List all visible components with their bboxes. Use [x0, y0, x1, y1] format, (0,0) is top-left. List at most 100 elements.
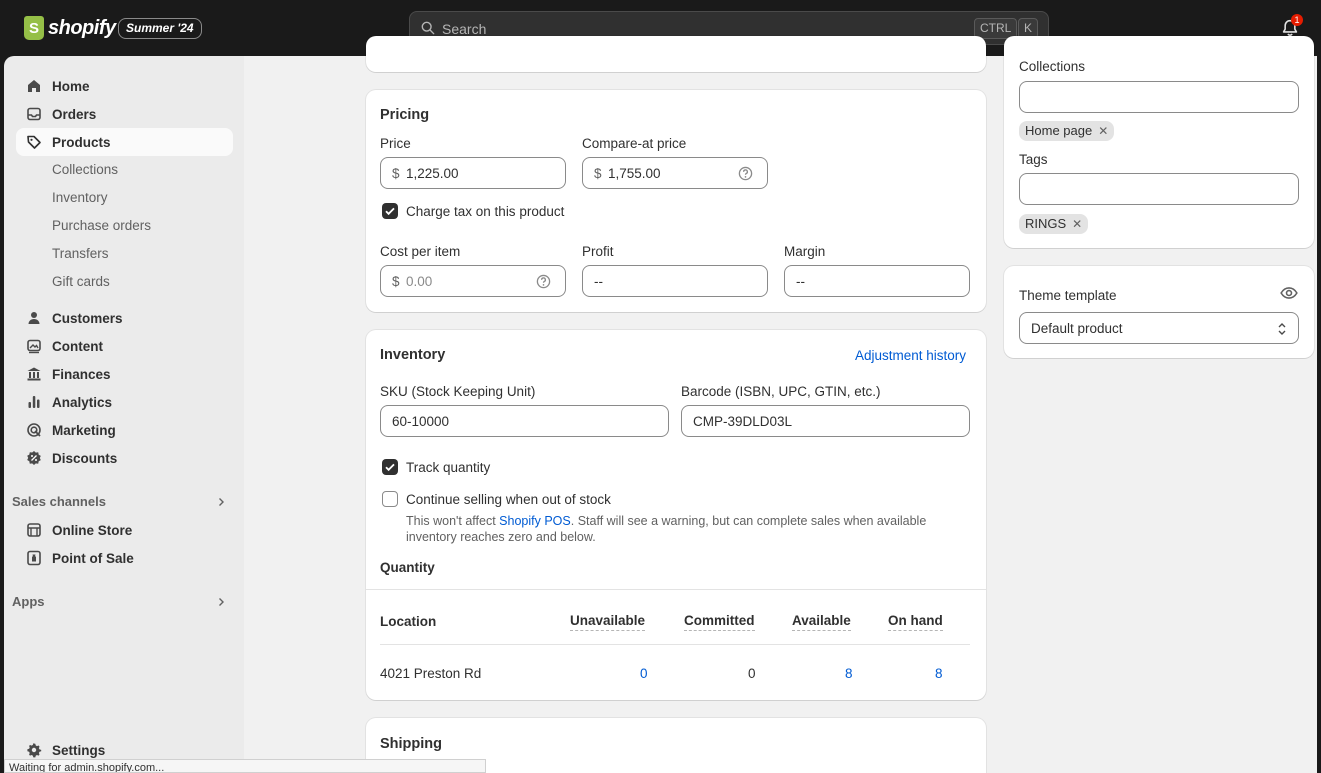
sidebar-item-content[interactable]: Content: [16, 332, 233, 360]
price-label: Price: [380, 136, 411, 151]
unavailable-value[interactable]: 0: [640, 666, 648, 681]
sidebar-item-label: Customers: [52, 310, 123, 326]
sidebar-item-online-store[interactable]: Online Store: [16, 516, 233, 544]
main-content: Pricing Price $ 1,225.00 Compare-at pric…: [244, 36, 1317, 773]
sidebar-subitem-gift-cards[interactable]: Gift cards: [52, 268, 110, 296]
continue-selling-checkbox[interactable]: [382, 491, 398, 507]
sidebar-item-label: Content: [52, 338, 103, 354]
sidebar-item-label: Point of Sale: [52, 550, 134, 566]
collection-chip: Home page ✕: [1019, 121, 1115, 141]
adjustment-history-link[interactable]: Adjustment history: [855, 348, 966, 363]
tag-chip-label: RINGS: [1025, 216, 1067, 231]
help-text-rest: . Staff will see a warning, but can comp…: [570, 514, 927, 528]
sidebar-item-discounts[interactable]: Discounts: [16, 444, 233, 472]
gear-icon: [27, 743, 42, 758]
bar-chart-icon: [28, 396, 40, 408]
sidebar-item-label: Online Store: [52, 522, 133, 538]
bank-icon: [27, 367, 41, 381]
discount-icon: [27, 451, 41, 465]
eye-icon[interactable]: [1280, 284, 1298, 302]
sidebar-item-point-of-sale[interactable]: Point of Sale: [16, 544, 233, 572]
sidebar-subitem-transfers[interactable]: Transfers: [52, 240, 109, 268]
divider: [380, 644, 970, 645]
apps-heading[interactable]: Apps: [12, 594, 45, 609]
sidebar-subitem-purchase-orders[interactable]: Purchase orders: [52, 212, 151, 240]
chevron-right-icon[interactable]: [216, 497, 226, 507]
barcode-input[interactable]: CMP-39DLD03L: [681, 405, 970, 437]
inbox-icon: [27, 107, 41, 121]
sidebar-item-label: Analytics: [52, 394, 113, 410]
compare-price-value: 1,755.00: [608, 166, 661, 181]
remove-x-icon[interactable]: ✕: [1098, 121, 1108, 141]
help-text-line2: inventory reaches zero and below.: [406, 530, 596, 544]
compare-price-input[interactable]: $ 1,755.00: [582, 157, 768, 189]
sidebar-item-marketing[interactable]: Marketing: [16, 416, 233, 444]
on-hand-value[interactable]: 8: [935, 666, 943, 681]
select-arrows-icon: [1278, 323, 1286, 335]
inventory-card: Inventory Adjustment history SKU (Stock …: [366, 330, 986, 700]
col-available[interactable]: Available: [792, 613, 851, 631]
col-location: Location: [380, 614, 437, 629]
available-value[interactable]: 8: [845, 666, 853, 681]
sidebar-item-label: Orders: [52, 106, 97, 122]
currency-prefix: $: [594, 166, 602, 181]
brand-name: shopify: [48, 16, 116, 39]
track-quantity-checkbox[interactable]: [382, 459, 398, 475]
sidebar-subitem-collections[interactable]: Collections: [52, 156, 118, 184]
sku-input[interactable]: 60-10000: [380, 405, 669, 437]
tag-icon: [27, 135, 41, 149]
track-quantity-label: Track quantity: [406, 460, 491, 475]
sidebar-item-products[interactable]: Products: [16, 128, 233, 156]
profit-field: --: [582, 265, 768, 297]
sidebar-item-label: Products: [52, 134, 111, 150]
store-icon: [27, 523, 41, 537]
barcode-label: Barcode (ISBN, UPC, GTIN, etc.): [681, 384, 881, 399]
product-organization-card: Collections Home page ✕ Tags RINGS ✕: [1004, 36, 1314, 248]
cost-placeholder: 0.00: [406, 274, 433, 289]
collections-input[interactable]: [1019, 81, 1299, 113]
shopify-pos-link[interactable]: Shopify POS: [499, 514, 571, 528]
help-circle-icon[interactable]: [738, 166, 753, 181]
cost-per-item-input[interactable]: $ 0.00: [380, 265, 566, 297]
shopify-logo[interactable]: S shopify: [24, 16, 116, 40]
currency-prefix: $: [392, 274, 400, 289]
sidebar-item-finances[interactable]: Finances: [16, 360, 233, 388]
sku-label: SKU (Stock Keeping Unit): [380, 384, 536, 399]
sales-channels-heading[interactable]: Sales channels: [12, 494, 106, 509]
theme-template-card: Theme template Default product: [1004, 266, 1314, 358]
col-on-hand[interactable]: On hand: [888, 613, 943, 631]
charge-tax-checkbox[interactable]: [382, 203, 398, 219]
sidebar-subitem-inventory[interactable]: Inventory: [52, 184, 108, 212]
theme-template-select[interactable]: Default product: [1019, 312, 1299, 344]
col-unavailable[interactable]: Unavailable: [570, 613, 646, 631]
pricing-card: Pricing Price $ 1,225.00 Compare-at pric…: [366, 90, 986, 312]
sidebar-item-customers[interactable]: Customers: [16, 304, 233, 332]
col-committed[interactable]: Committed: [684, 613, 755, 631]
previous-card: [366, 36, 986, 72]
chevron-right-icon[interactable]: [216, 597, 226, 607]
help-circle-icon[interactable]: [536, 274, 551, 289]
sidebar-item-home[interactable]: Home: [16, 72, 233, 100]
barcode-value: CMP-39DLD03L: [693, 414, 793, 429]
committed-value: 0: [748, 666, 756, 681]
help-text-prefix: This won't affect: [406, 514, 500, 528]
target-icon: [27, 423, 41, 437]
sidebar-item-label: Discounts: [52, 450, 118, 466]
edition-badge[interactable]: Summer '24: [118, 18, 202, 39]
sidebar-item-analytics[interactable]: Analytics: [16, 388, 233, 416]
margin-value: --: [796, 274, 805, 289]
sidebar-item-orders[interactable]: Orders: [16, 100, 233, 128]
image-icon: [27, 339, 41, 354]
currency-prefix: $: [392, 166, 400, 181]
collections-label: Collections: [1019, 59, 1086, 74]
remove-x-icon[interactable]: ✕: [1072, 214, 1082, 234]
margin-field: --: [784, 265, 970, 297]
sidebar: Home Orders Products Collections Invento…: [4, 56, 244, 773]
compare-price-label: Compare-at price: [582, 136, 687, 151]
collection-chip-label: Home page: [1025, 123, 1093, 138]
pricing-title: Pricing: [380, 107, 430, 123]
price-input[interactable]: $ 1,225.00: [380, 157, 566, 189]
tags-input[interactable]: [1019, 173, 1299, 205]
continue-selling-help: This won't affect Shopify POS. Staff wil…: [406, 513, 976, 545]
search-placeholder: Search: [442, 21, 487, 37]
